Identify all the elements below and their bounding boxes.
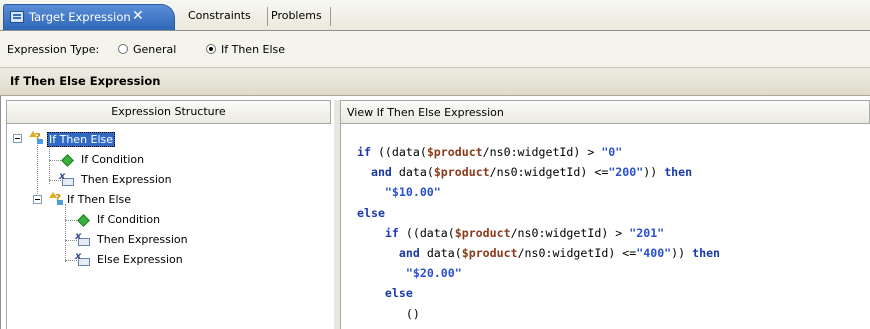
tree-item-if-condition[interactable]: If Condition	[7, 211, 327, 229]
tree-item-label: Then Expression	[97, 233, 188, 246]
tree-item-label: If Condition	[81, 153, 145, 166]
code-keyword: else	[384, 286, 413, 301]
code-string: "$10.00"	[384, 185, 441, 200]
tree-item-if-condition[interactable]: If Condition	[7, 151, 327, 169]
code-keyword: else	[357, 205, 385, 220]
code-keyword: if	[384, 225, 399, 240]
radio-general-label[interactable]: General	[133, 43, 176, 56]
code-string: "201"	[629, 225, 665, 240]
section-header: If Then Else Expression	[0, 67, 870, 96]
code-text: data(	[419, 246, 462, 260]
condition-diamond-icon	[77, 214, 90, 227]
expression-editor-icon	[10, 11, 24, 23]
code-text: ))	[643, 165, 665, 180]
expression-tree: ? If Then Else If Condition x Then Expre…	[6, 124, 332, 329]
code-string: "400"	[636, 246, 672, 260]
code-keyword: then	[664, 165, 693, 180]
code-text: ))	[671, 246, 693, 260]
radio-if-then-else[interactable]	[206, 44, 216, 54]
tab-target-expression[interactable]: Target Expression ✕	[3, 4, 175, 30]
code-line: else	[357, 286, 413, 300]
code-keyword: then	[692, 246, 721, 260]
tab-label: Target Expression	[29, 10, 131, 24]
expression-structure-header: Expression Structure	[6, 100, 331, 124]
view-expression-header: View If Then Else Expression	[340, 100, 870, 124]
tree-item-then-expression[interactable]: x Then Expression	[7, 171, 327, 189]
code-variable: $product	[426, 145, 483, 159]
code-line: and data($product/ns0:widgetId) <="400")…	[357, 246, 720, 260]
collapse-toggle-icon[interactable]	[13, 134, 22, 143]
tab-divider	[330, 7, 331, 26]
radio-if-then-else-label[interactable]: If Then Else	[221, 43, 285, 56]
code-text: data(	[391, 165, 434, 180]
expression-structure-pane: Expression Structure ? If Then Else If C…	[0, 100, 334, 329]
code-text: ((data(	[398, 225, 455, 240]
code-string: "200"	[608, 165, 644, 180]
expression-type-row: Expression Type: General If Then Else	[0, 31, 870, 67]
expression-code-view[interactable]: if ((data($product/ns0:widgetId) > "0" a…	[340, 124, 870, 329]
code-string: "$20.00"	[405, 266, 462, 281]
code-line: if ((data($product/ns0:widgetId) > "0"	[357, 145, 622, 159]
code-line: if ((data($product/ns0:widgetId) > "201"	[357, 226, 664, 240]
if-then-else-icon: ?	[29, 131, 44, 145]
code-keyword: if	[357, 145, 371, 159]
view-expression-title: View If Then Else Expression	[347, 106, 504, 119]
tree-item-label: Else Expression	[97, 253, 183, 266]
condition-diamond-icon	[61, 154, 74, 167]
code-line: ()	[357, 307, 420, 321]
code-keyword: and	[398, 246, 420, 260]
expression-type-label: Expression Type:	[7, 43, 100, 56]
tree-item-label: If Then Else	[47, 132, 116, 147]
code-text: ()	[357, 306, 420, 321]
tree-item-label: If Condition	[97, 213, 161, 226]
expression-structure-title: Expression Structure	[111, 105, 226, 118]
code-string: "0"	[601, 145, 623, 159]
code-line: "$10.00"	[357, 185, 441, 199]
tree-item-then-expression[interactable]: x Then Expression	[7, 231, 327, 249]
if-then-else-icon: ?	[49, 192, 64, 206]
view-expression-pane: View If Then Else Expression if ((data($…	[340, 100, 870, 329]
radio-general[interactable]	[118, 44, 128, 54]
tab-problems[interactable]: Problems	[271, 9, 322, 22]
code-variable: $product	[433, 165, 490, 180]
tree-item-label: Then Expression	[81, 173, 172, 186]
code-text: ((data(	[370, 145, 427, 159]
code-text: /ns0:widgetId) >	[482, 145, 602, 159]
code-text: /ns0:widgetId) <=	[489, 165, 609, 180]
tab-constraints[interactable]: Constraints	[188, 9, 251, 22]
code-text: /ns0:widgetId) <=	[517, 246, 637, 260]
expression-icon: x	[59, 171, 75, 186]
code-line: else	[357, 206, 385, 220]
expression-icon: x	[75, 251, 91, 266]
section-title: If Then Else Expression	[10, 74, 161, 88]
code-keyword: and	[370, 165, 392, 180]
code-line: "$20.00"	[357, 266, 462, 280]
code-text: /ns0:widgetId) >	[510, 225, 630, 240]
code-variable: $product	[454, 225, 511, 240]
tree-item-if-then-else[interactable]: ? If Then Else	[7, 191, 327, 209]
code-line: and data($product/ns0:widgetId) <="200")…	[357, 165, 692, 179]
expression-icon: x	[75, 231, 91, 246]
code-variable: $product	[461, 246, 518, 260]
editor-tab-bar: Target Expression ✕ Constraints Problems	[0, 0, 870, 31]
tree-item-label: If Then Else	[67, 193, 132, 206]
collapse-toggle-icon[interactable]	[33, 195, 42, 204]
tab-divider	[267, 7, 268, 26]
close-icon[interactable]: ✕	[132, 8, 144, 24]
tree-item-if-then-else[interactable]: ? If Then Else	[7, 130, 327, 148]
tree-item-else-expression[interactable]: x Else Expression	[7, 251, 327, 269]
